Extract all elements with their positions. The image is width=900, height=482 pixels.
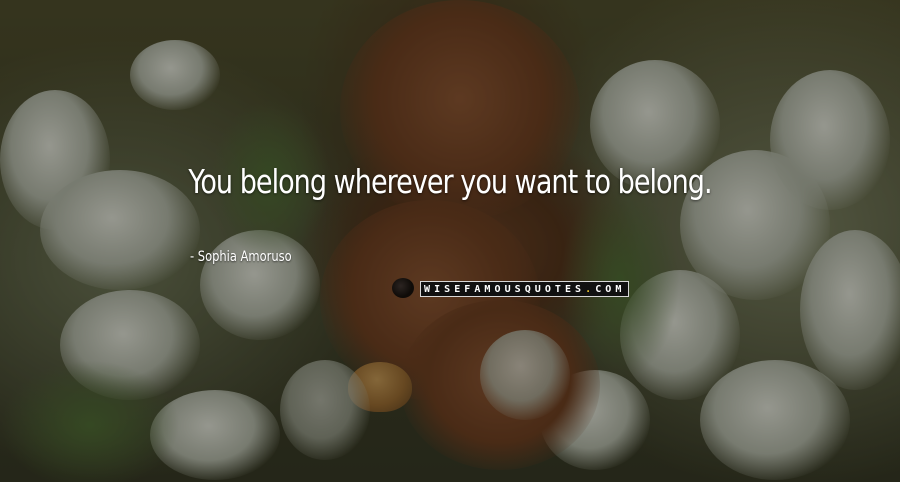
- quote-card: You belong wherever you want to belong. …: [0, 0, 900, 482]
- author-name: Sophia Amoruso: [197, 249, 292, 265]
- logo-dot: .: [585, 283, 596, 295]
- site-watermark-logo[interactable]: WISEFAMOUSQUOTES. COM: [420, 281, 630, 297]
- quote-text: You belong wherever you want to belong.: [188, 162, 712, 201]
- quote-author: - Sophia Amoruso: [190, 249, 292, 265]
- logo-brand: WISEFAMOUSQUOTES: [424, 283, 586, 295]
- logo-tld: COM: [595, 283, 626, 295]
